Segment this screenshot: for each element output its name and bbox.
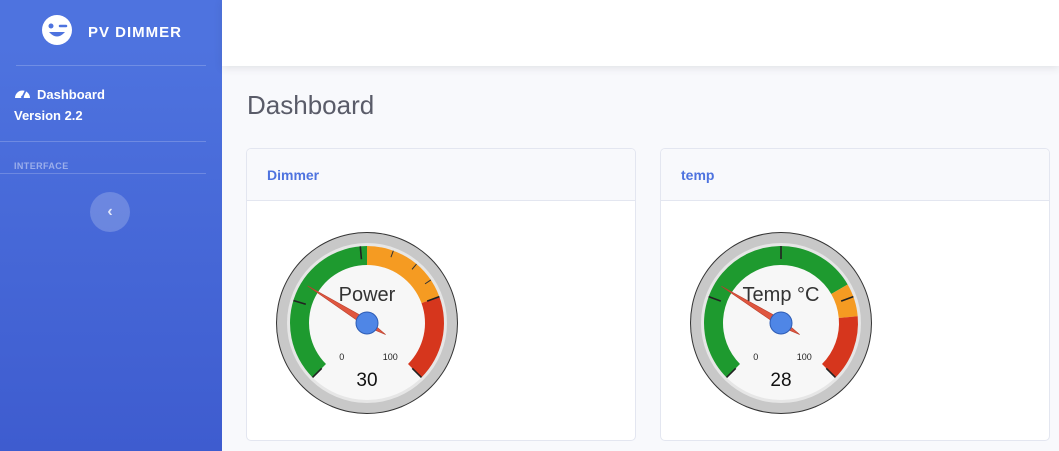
sidebar-heading: INTERFACE bbox=[0, 142, 206, 174]
brand[interactable]: PV DIMMER bbox=[16, 0, 206, 66]
version-label: Version 2.2 bbox=[14, 108, 83, 123]
gauge-max-label: 100 bbox=[383, 352, 398, 362]
gauge-tick-major bbox=[359, 246, 363, 260]
gauge-value: 28 bbox=[770, 370, 791, 391]
gauge-hub bbox=[355, 311, 379, 335]
card-temp: temp Temp °C 0 100 28 bbox=[660, 148, 1050, 441]
tachometer-icon bbox=[14, 86, 31, 103]
gauge-label: Power bbox=[339, 284, 396, 306]
sidebar-nav: Dashboard Version 2.2 bbox=[0, 66, 206, 142]
gauge-max-label: 100 bbox=[797, 352, 812, 362]
gauge-temp: Temp °C 0 100 28 bbox=[690, 232, 872, 414]
brand-name: PV DIMMER bbox=[87, 24, 182, 41]
sidebar-item-label: Dashboard bbox=[37, 87, 105, 102]
card-dimmer: Dimmer Power 0 100 30 bbox=[246, 148, 636, 441]
card-body: Temp °C 0 100 28 bbox=[661, 201, 1049, 440]
topbar bbox=[222, 0, 1059, 66]
wink-face-icon bbox=[40, 13, 74, 52]
sidebar-item-dashboard[interactable]: Dashboard bbox=[14, 86, 192, 103]
card-title: Dimmer bbox=[247, 149, 635, 201]
page-title: Dashboard bbox=[247, 90, 375, 120]
card-body: Power 0 100 30 bbox=[247, 201, 635, 440]
chevron-left-icon: ‹ bbox=[107, 203, 113, 220]
sidebar: PV DIMMER Dashboard Version 2.2 INTERFAC… bbox=[0, 0, 222, 451]
card-title: temp bbox=[661, 149, 1049, 201]
sidebar-toggle-button[interactable]: ‹ bbox=[90, 192, 130, 232]
gauge-value: 30 bbox=[356, 370, 377, 391]
gauge-power: Power 0 100 30 bbox=[276, 232, 458, 414]
gauge-label: Temp °C bbox=[743, 284, 820, 306]
gauge-hub bbox=[769, 311, 793, 335]
gauge-min-label: 0 bbox=[753, 352, 758, 362]
gauge-min-label: 0 bbox=[339, 352, 344, 362]
